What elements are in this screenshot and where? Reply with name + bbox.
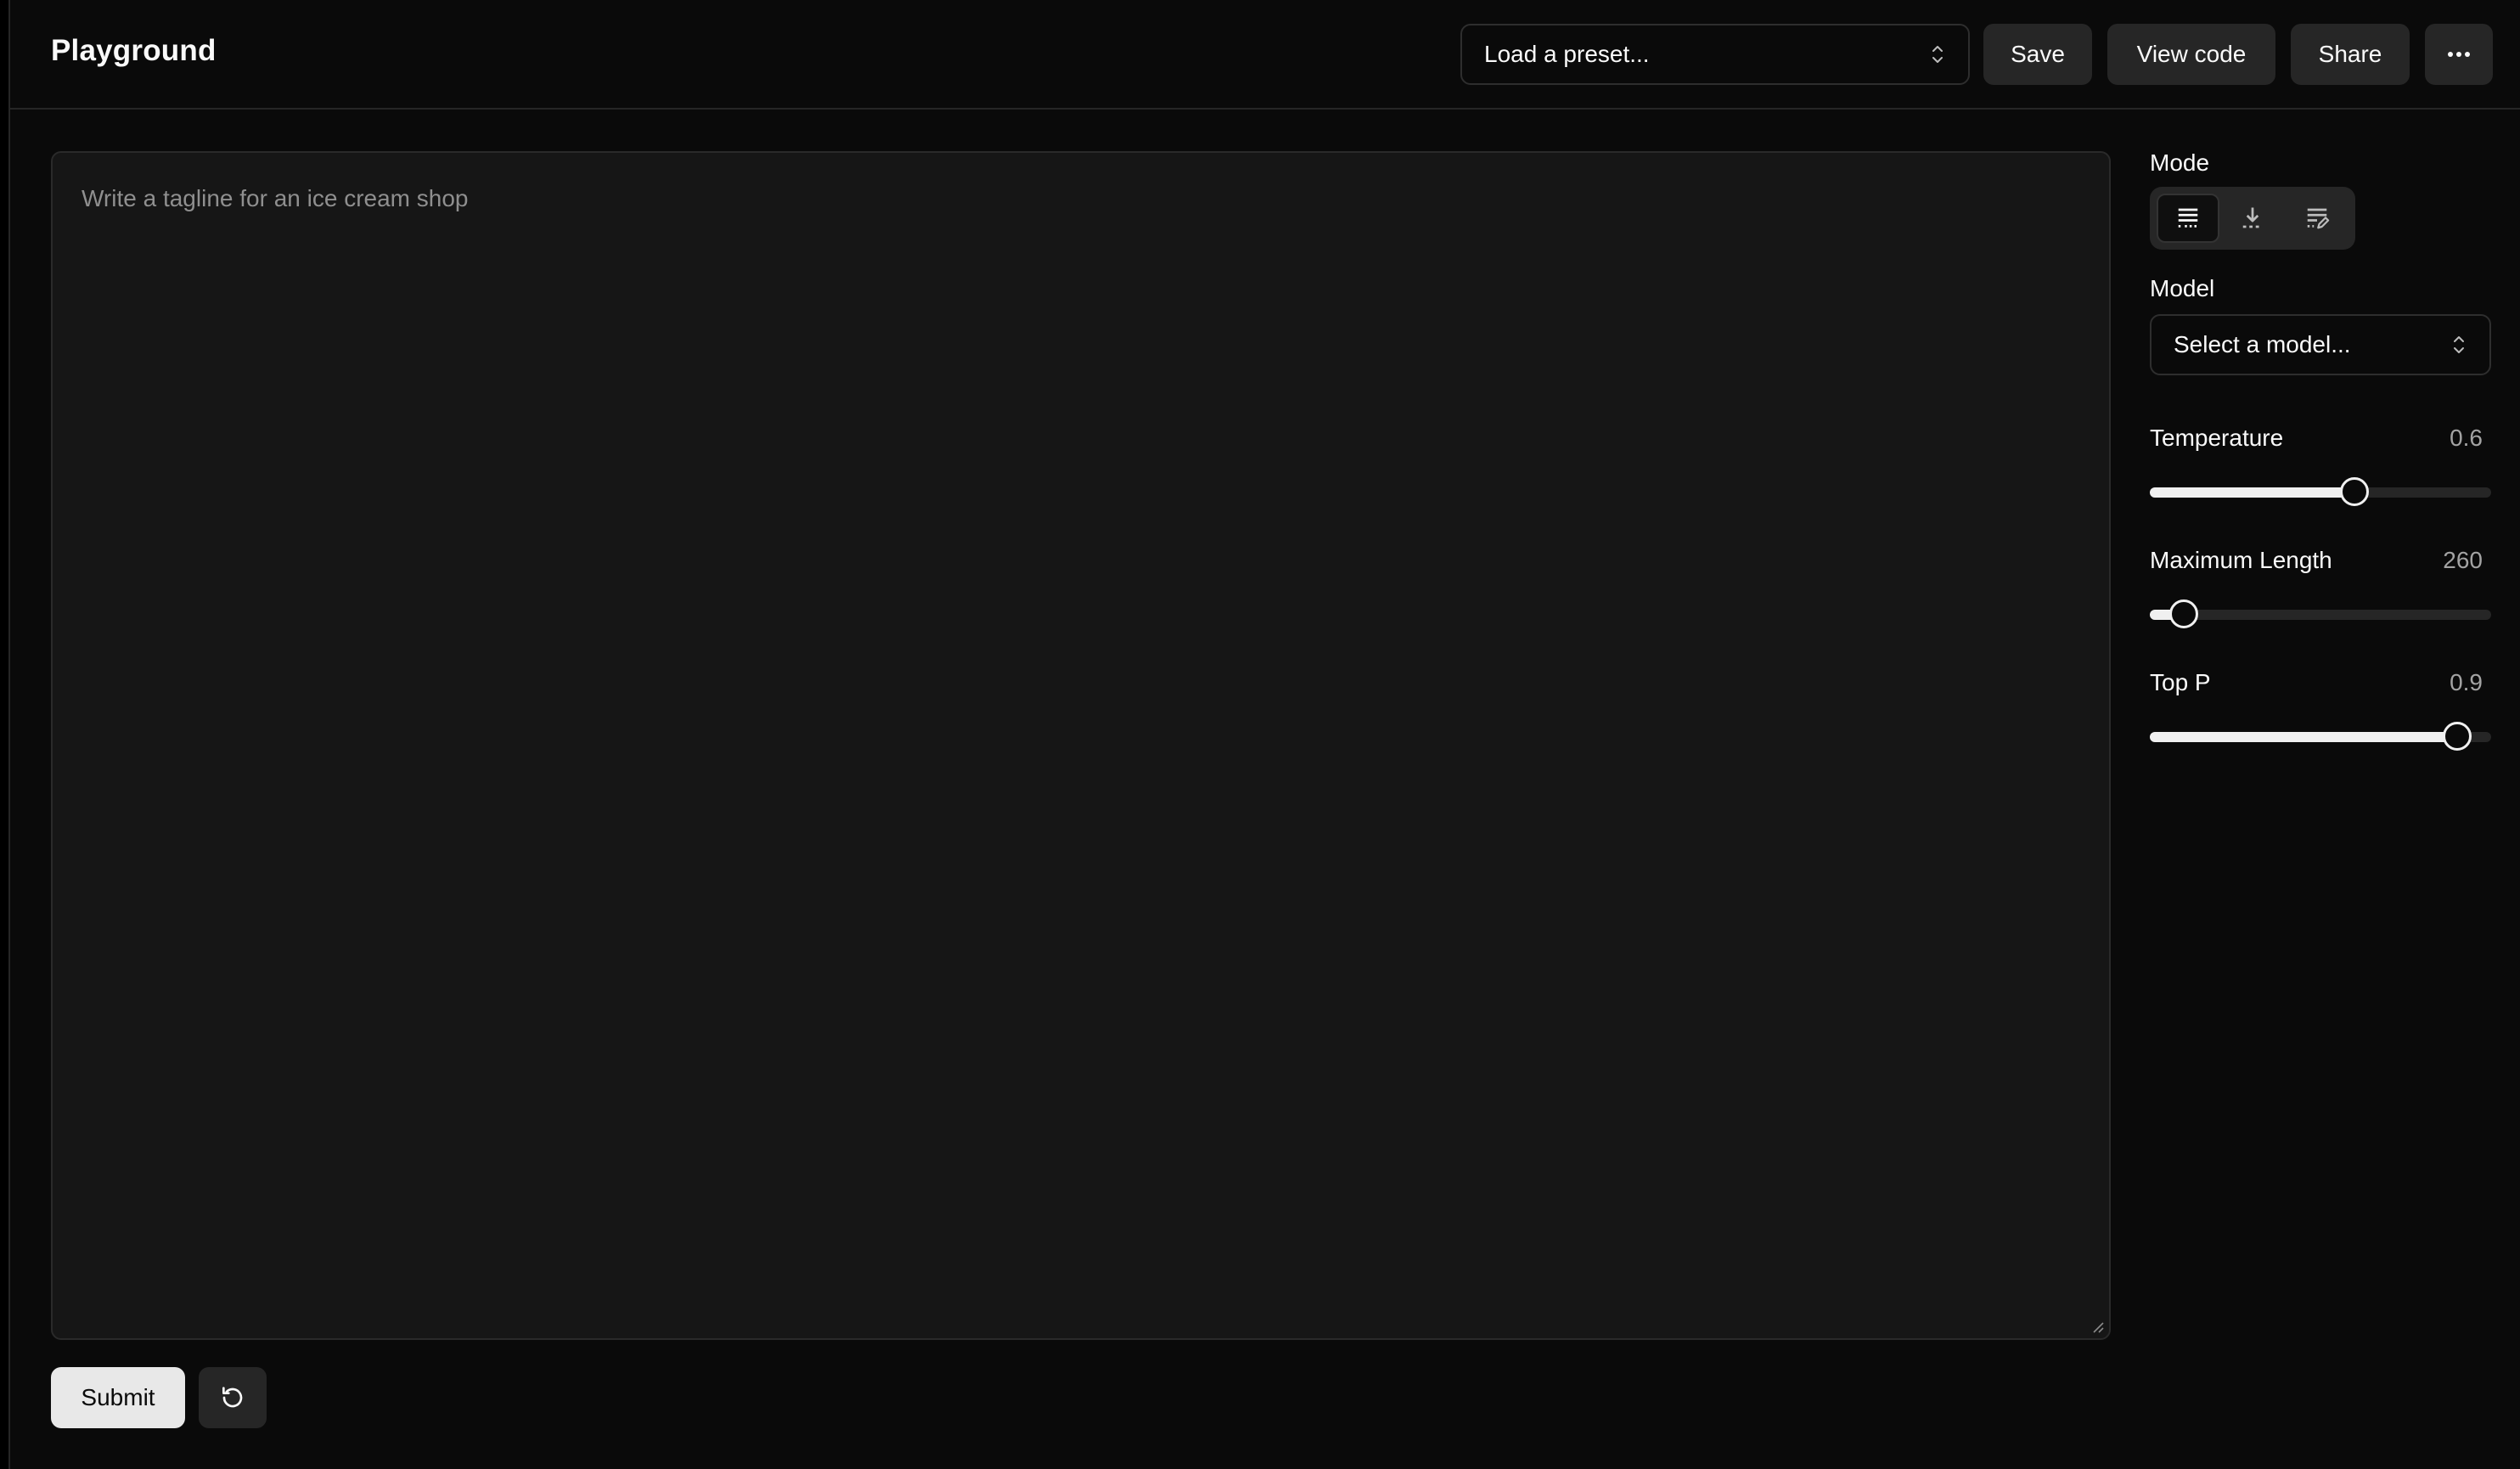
page-title: Playground [51, 34, 217, 67]
header: Playground Load a preset... Save View co… [10, 0, 2520, 110]
reset-icon [222, 1387, 243, 1408]
top-p-value[interactable]: 0.9 [2388, 669, 2483, 696]
prompt-textarea[interactable] [53, 153, 2109, 1338]
mode-label: Mode [2150, 149, 2210, 176]
chevron-up-down-icon [1932, 46, 1943, 63]
resize-handle-icon[interactable] [2090, 1320, 2104, 1333]
top-p-slider-fill [2150, 732, 2457, 742]
temperature-value[interactable]: 0.6 [2388, 425, 2483, 452]
temperature-label: Temperature [2150, 425, 2284, 451]
max-length-slider-thumb[interactable] [2169, 599, 2198, 628]
share-button[interactable]: Share [2291, 24, 2410, 85]
save-button[interactable]: Save [1983, 24, 2092, 85]
chevron-up-down-icon [2454, 336, 2464, 353]
temperature-slider-fill [2150, 487, 2354, 498]
model-select-label: Select a model... [2174, 331, 2351, 357]
app-window: Playground Load a preset... Save View co… [8, 0, 2520, 1469]
view-code-button[interactable]: View code [2107, 24, 2275, 85]
preset-select-label: Load a preset... [1484, 41, 1650, 67]
max-length-label: Maximum Length [2150, 547, 2332, 573]
mode-toggle-group [2150, 187, 2355, 250]
top-p-slider-thumb[interactable] [2443, 722, 2472, 751]
reset-button[interactable] [199, 1367, 267, 1428]
submit-button[interactable]: Submit [51, 1367, 185, 1428]
mode-edit-button[interactable] [2286, 194, 2348, 243]
model-select[interactable]: Select a model... [2150, 314, 2491, 375]
top-p-label: Top P [2150, 669, 2211, 695]
more-button[interactable] [2425, 24, 2493, 85]
prompt-editor[interactable] [51, 151, 2111, 1340]
max-length-value[interactable]: 260 [2388, 547, 2483, 574]
edit-icon [2307, 208, 2330, 229]
temperature-slider-thumb[interactable] [2340, 477, 2369, 506]
model-label: Model [2150, 275, 2215, 301]
complete-icon [2178, 208, 2198, 228]
temperature-slider[interactable] [2150, 477, 2491, 506]
insert-icon [2242, 207, 2263, 228]
top-p-slider[interactable] [2150, 722, 2491, 751]
mode-insert-button[interactable] [2221, 194, 2284, 243]
mode-complete-button[interactable] [2157, 194, 2219, 243]
ellipsis-icon [2448, 52, 2470, 57]
max-length-slider[interactable] [2150, 599, 2491, 628]
preset-select[interactable]: Load a preset... [1460, 24, 1970, 85]
